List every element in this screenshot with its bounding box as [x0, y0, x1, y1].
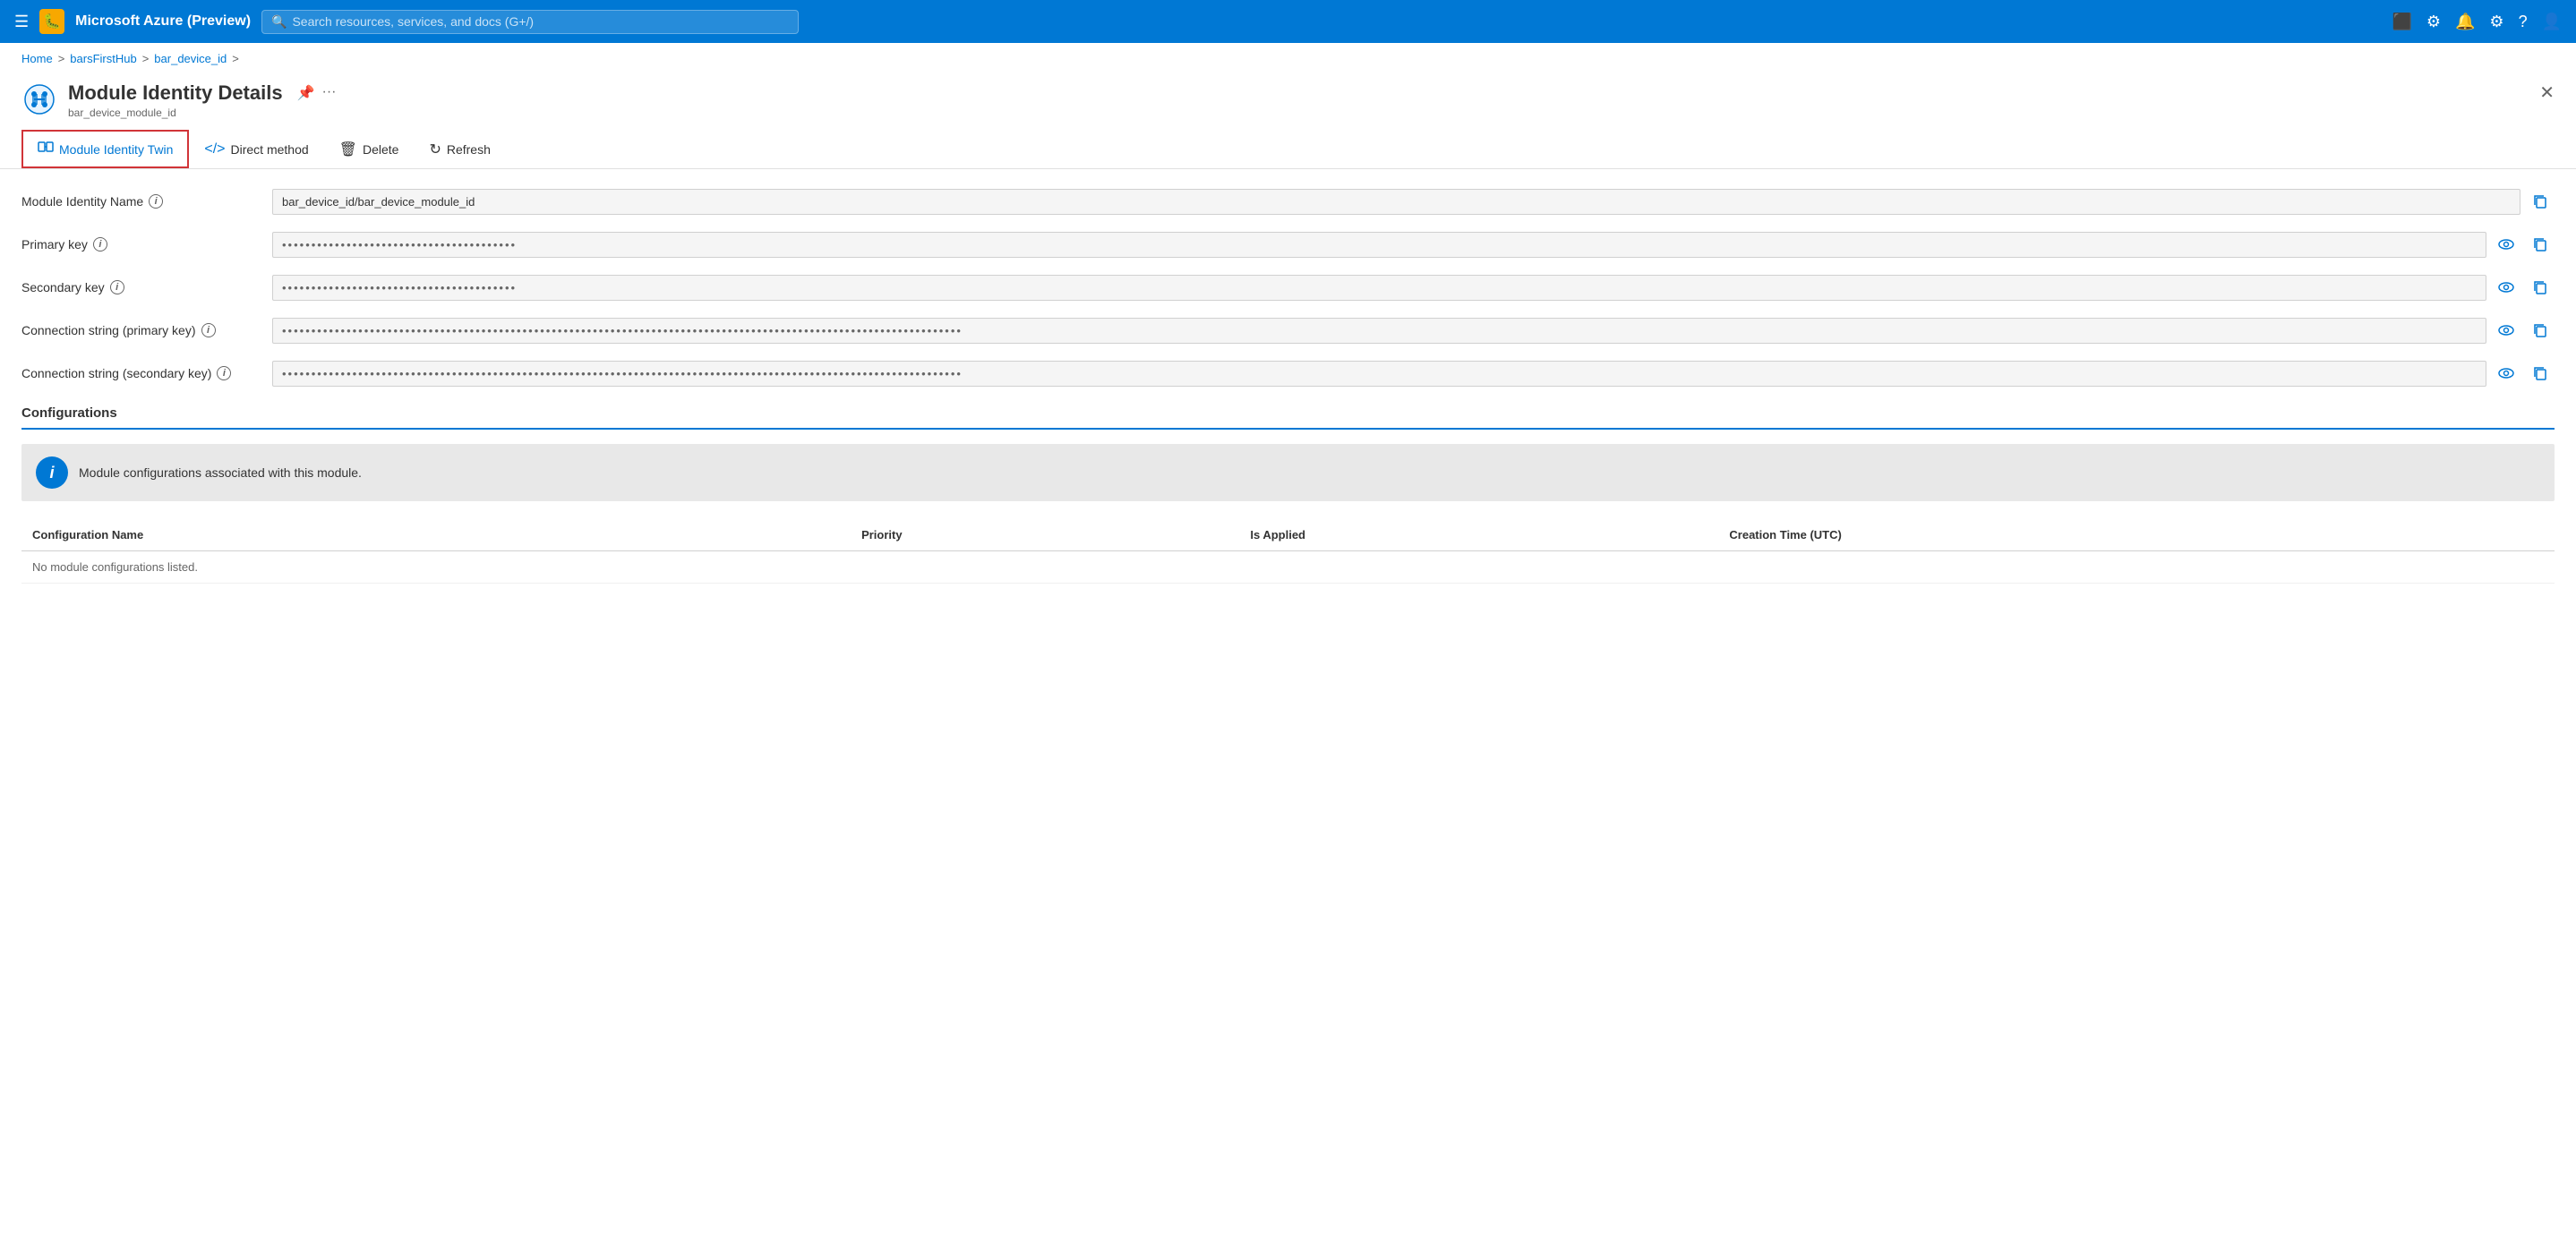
twin-icon [38, 139, 54, 159]
help-icon[interactable]: ? [2519, 13, 2528, 31]
secondary-key-input-area [272, 273, 2555, 302]
module-identity-name-info-icon[interactable]: i [149, 194, 163, 209]
configurations-section-title: Configurations [21, 405, 2555, 430]
search-icon: 🔍 [271, 14, 287, 30]
col-is-applied: Is Applied [1239, 519, 1718, 551]
main-container: Home > barsFirstHub > bar_device_id > [0, 43, 2576, 1245]
secondary-key-copy-button[interactable] [2526, 273, 2555, 302]
connection-primary-copy-button[interactable] [2526, 316, 2555, 345]
col-priority: Priority [851, 519, 1239, 551]
breadcrumb-sep-3: > [232, 52, 239, 65]
module-identity-name-input-area [272, 187, 2555, 216]
col-creation-time: Creation Time (UTC) [1718, 519, 2555, 551]
configurations-info-text: Module configurations associated with th… [79, 465, 362, 480]
secondary-key-info-icon[interactable]: i [110, 280, 124, 294]
connection-secondary-info-icon[interactable]: i [217, 366, 231, 380]
module-identity-name-copy-button[interactable] [2526, 187, 2555, 216]
breadcrumb-device[interactable]: bar_device_id [154, 52, 227, 65]
connection-secondary-visibility-button[interactable] [2492, 359, 2520, 388]
connection-primary-visibility-button[interactable] [2492, 316, 2520, 345]
azure-brand-icon: 🐛 [39, 9, 64, 34]
breadcrumb-sep-2: > [142, 52, 150, 65]
info-circle-icon: i [36, 456, 68, 489]
header-left: Module Identity Details 📌 ··· bar_device… [21, 81, 337, 119]
global-search[interactable]: 🔍 [261, 10, 799, 34]
secondary-key-input[interactable] [272, 275, 2486, 301]
configurations-table-header: Configuration Name Priority Is Applied C… [21, 519, 2555, 551]
direct-method-label: Direct method [231, 142, 309, 157]
module-identity-name-input[interactable] [272, 189, 2520, 215]
primary-key-row: Primary key i [21, 230, 2555, 259]
page-subtitle: bar_device_module_id [68, 107, 337, 119]
primary-key-copy-button[interactable] [2526, 230, 2555, 259]
connection-primary-input[interactable] [272, 318, 2486, 344]
pin-icon[interactable]: 📌 [297, 84, 315, 102]
direct-method-button[interactable]: </> Direct method [189, 133, 323, 166]
module-identity-name-row: Module Identity Name i [21, 187, 2555, 216]
refresh-icon: ↻ [429, 141, 441, 158]
delete-label: Delete [363, 142, 398, 157]
breadcrumb-hub[interactable]: barsFirstHub [70, 52, 136, 65]
title-area: Module Identity Details 📌 ··· bar_device… [68, 81, 337, 119]
brand-title: Microsoft Azure (Preview) [75, 13, 251, 30]
module-identity-twin-label: Module Identity Twin [59, 142, 173, 157]
breadcrumb: Home > barsFirstHub > bar_device_id > [0, 43, 2576, 74]
hamburger-menu[interactable]: ☰ [14, 13, 29, 31]
table-header-row: Configuration Name Priority Is Applied C… [21, 519, 2555, 551]
connection-primary-row: Connection string (primary key) i [21, 316, 2555, 345]
more-options-icon[interactable]: ··· [322, 84, 337, 102]
connection-secondary-row: Connection string (secondary key) i [21, 359, 2555, 388]
secondary-key-row: Secondary key i [21, 273, 2555, 302]
primary-key-input[interactable] [272, 232, 2486, 258]
module-identity-name-label: Module Identity Name i [21, 194, 272, 209]
table-empty-message: No module configurations listed. [21, 551, 2555, 584]
configurations-table: Configuration Name Priority Is Applied C… [21, 519, 2555, 584]
secondary-key-visibility-button[interactable] [2492, 273, 2520, 302]
connection-primary-input-area [272, 316, 2555, 345]
page-title: Module Identity Details [68, 81, 283, 105]
primary-key-label: Primary key i [21, 237, 272, 252]
cloud-shell-icon[interactable]: ⬛ [2392, 13, 2411, 31]
primary-key-visibility-button[interactable] [2492, 230, 2520, 259]
code-icon: </> [204, 141, 225, 158]
close-button[interactable]: ✕ [2539, 81, 2555, 104]
connection-primary-info-icon[interactable]: i [201, 323, 216, 337]
delete-button[interactable]: 🗑 Delete [324, 132, 415, 166]
title-action-icons: 📌 ··· [297, 84, 337, 102]
search-input[interactable] [292, 14, 789, 29]
connection-secondary-copy-button[interactable] [2526, 359, 2555, 388]
content-area: Module Identity Name i Primary key i [0, 169, 2576, 601]
settings-icon[interactable]: ⚙ [2489, 13, 2503, 31]
primary-key-info-icon[interactable]: i [93, 237, 107, 252]
configurations-info-banner: i Module configurations associated with … [21, 444, 2555, 501]
nav-icon-group: ⬛ ⚙ 🔔 ⚙ ? 👤 [2392, 13, 2562, 31]
portal-settings-icon[interactable]: ⚙ [2426, 13, 2441, 31]
refresh-label: Refresh [447, 142, 491, 157]
primary-key-input-area [272, 230, 2555, 259]
top-navigation: ☰ 🐛 Microsoft Azure (Preview) 🔍 ⬛ ⚙ 🔔 ⚙ … [0, 0, 2576, 43]
secondary-key-label: Secondary key i [21, 280, 272, 294]
connection-primary-label: Connection string (primary key) i [21, 323, 272, 337]
account-icon[interactable]: 👤 [2542, 13, 2562, 31]
col-config-name: Configuration Name [21, 519, 851, 551]
connection-secondary-label: Connection string (secondary key) i [21, 366, 272, 380]
table-empty-row: No module configurations listed. [21, 551, 2555, 584]
page-icon [21, 81, 57, 117]
toolbar: Module Identity Twin </> Direct method 🗑… [0, 119, 2576, 169]
refresh-button[interactable]: ↻ Refresh [414, 132, 505, 166]
breadcrumb-sep-1: > [58, 52, 65, 65]
delete-icon: 🗑 [339, 141, 357, 158]
module-identity-twin-button[interactable]: Module Identity Twin [21, 130, 189, 168]
breadcrumb-home[interactable]: Home [21, 52, 53, 65]
connection-secondary-input[interactable] [272, 361, 2486, 387]
configurations-table-body: No module configurations listed. [21, 551, 2555, 584]
page-header: Module Identity Details 📌 ··· bar_device… [0, 74, 2576, 119]
notifications-icon[interactable]: 🔔 [2455, 13, 2475, 31]
connection-secondary-input-area [272, 359, 2555, 388]
